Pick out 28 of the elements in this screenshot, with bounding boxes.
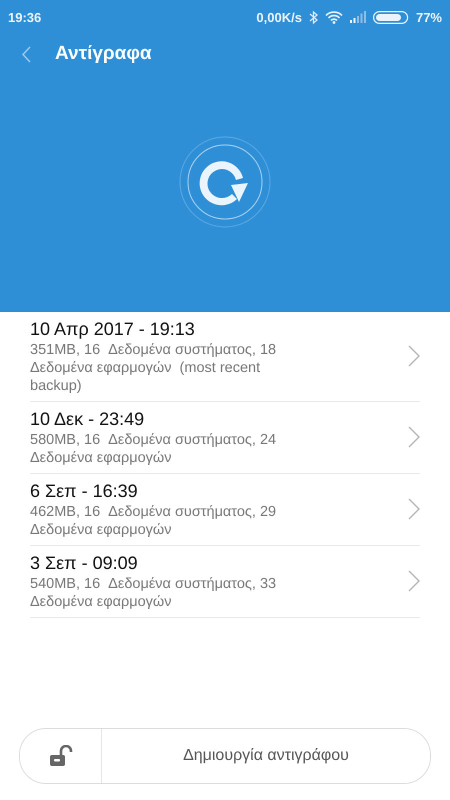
battery-icon	[372, 10, 409, 24]
chevron-right-icon	[408, 345, 420, 367]
backup-details: 580MB, 16 Δεδομένα συστήματος, 24 Δεδομένα εφαρμογών	[30, 431, 278, 467]
signal-icon	[350, 11, 366, 23]
unlock-icon	[48, 745, 72, 767]
page-title: Αντίγραφα	[55, 43, 152, 65]
backup-details: 540MB, 16 Δεδομένα συστήματος, 33 Δεδομένα εφαρμογών	[30, 575, 278, 611]
network-speed: 0,00K/s	[256, 10, 302, 24]
lock-button[interactable]	[20, 729, 102, 783]
back-icon	[22, 46, 31, 62]
backup-details: 462MB, 16 Δεδομένα συστήματος, 29 Δεδομένα εφαρμογών	[30, 503, 278, 539]
status-time: 19:36	[8, 10, 42, 24]
chevron-right-icon	[408, 570, 420, 592]
chevron-right-icon	[408, 498, 420, 520]
backup-date: 10 Απρ 2017 - 19:13	[30, 318, 196, 341]
backup-date: 3 Σεπ - 09:09	[30, 552, 139, 575]
backup-item[interactable]: 3 Σεπ - 09:09 540MB, 16 Δεδομένα συστήματος, 33 Δεδομένα εφαρμογών	[30, 546, 420, 618]
chevron-right-icon	[408, 426, 420, 448]
wifi-icon	[324, 10, 343, 24]
backup-details: 351MB, 16 Δεδομένα συστήματος, 18 Δεδομένα εφαρμογών (most recent backup)	[30, 341, 278, 395]
bluetooth-icon	[308, 10, 318, 24]
backup-item[interactable]: 6 Σεπ - 16:39 462MB, 16 Δεδομένα συστήματος, 29 Δεδομένα εφαρμογών	[30, 474, 420, 546]
backup-refresh-icon	[179, 136, 271, 228]
backup-date: 10 Δεκ - 23:49	[30, 408, 146, 431]
backup-item[interactable]: 10 Δεκ - 23:49 580MB, 16 Δεδομένα συστήματος, 24 Δεδομένα εφαρμογών	[30, 402, 420, 474]
backup-date: 6 Σεπ - 16:39	[30, 480, 139, 503]
backup-item[interactable]: 10 Απρ 2017 - 19:13 351MB, 16 Δεδομένα συστήματος, 18 Δεδομένα εφαρμογών (most recent backup)	[30, 312, 420, 402]
battery-percent: 77%	[416, 10, 442, 24]
